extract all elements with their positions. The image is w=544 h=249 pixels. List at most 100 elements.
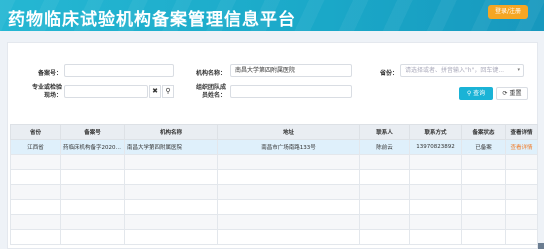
record-no-input[interactable] xyxy=(64,64,174,77)
col-phone: 联系方式 xyxy=(409,124,462,140)
col-status: 备案状态 xyxy=(461,124,506,140)
empty-cell xyxy=(409,184,462,200)
empty-cell xyxy=(10,154,61,170)
empty-cell xyxy=(124,184,218,200)
empty-cell xyxy=(359,169,410,185)
reset-button[interactable]: ⟳ 重置 xyxy=(496,87,528,100)
table-row[interactable]: 江西省 药临床机构备字202000... 南昌大学第四附属医院 南昌市广场南路1… xyxy=(10,139,538,155)
leader-label-line1: 组织团队成 xyxy=(195,84,226,91)
empty-cell xyxy=(409,229,462,245)
results-table: 省份 备案号 机构名称 地址 联系人 联系方式 备案状态 查看详情 江西省 药临… xyxy=(10,124,538,245)
leader-input[interactable] xyxy=(230,85,352,98)
empty-cell xyxy=(10,184,61,200)
province-placeholder: 请选择或者、拼音输入"h"，回车键... xyxy=(405,67,505,74)
cell-address: 南昌市广场南路133号 xyxy=(217,139,360,155)
empty-cell xyxy=(409,169,462,185)
table-row-empty xyxy=(10,199,538,215)
empty-cell xyxy=(60,214,125,230)
empty-cell xyxy=(124,199,218,215)
empty-cell xyxy=(10,199,61,215)
site-title: 药物临床试验机构备案管理信息平台 xyxy=(8,10,296,30)
empty-cell xyxy=(124,154,218,170)
table-row-empty xyxy=(10,184,538,200)
login-register-button[interactable]: 登录/注册 xyxy=(488,5,528,19)
cell-province: 江西省 xyxy=(10,139,61,155)
empty-cell xyxy=(505,229,538,245)
empty-cell xyxy=(124,214,218,230)
empty-cell xyxy=(217,229,360,245)
empty-cell xyxy=(217,199,360,215)
table-row-empty xyxy=(10,214,538,230)
col-details: 查看详情 xyxy=(505,124,538,140)
clear-icon[interactable]: ✖ xyxy=(149,85,161,98)
empty-cell xyxy=(505,169,538,185)
record-no-label: 备案号： xyxy=(37,70,62,77)
empty-cell xyxy=(461,184,506,200)
cell-status: 已备案 xyxy=(461,139,506,155)
chevron-down-icon: ▾ xyxy=(517,67,520,73)
empty-cell xyxy=(359,214,410,230)
table-row-empty xyxy=(10,229,538,245)
province-select[interactable]: 请选择或者、拼音输入"h"，回车键... ▾ xyxy=(400,64,524,77)
scroll-corner xyxy=(538,243,544,249)
col-address: 地址 xyxy=(217,124,360,140)
specialty-input[interactable] xyxy=(64,85,148,98)
empty-cell xyxy=(461,214,506,230)
empty-cell xyxy=(505,184,538,200)
col-contact: 联系人 xyxy=(359,124,410,140)
col-province: 省份 xyxy=(10,124,61,140)
empty-cell xyxy=(359,184,410,200)
specialty-label: 专业或检验 现场： xyxy=(18,84,62,100)
empty-cell xyxy=(60,184,125,200)
empty-cell xyxy=(461,229,506,245)
view-details-link[interactable]: 查看详情 xyxy=(505,139,538,155)
org-name-label: 机构名称： xyxy=(195,70,226,77)
table-header-row: 省份 备案号 机构名称 地址 联系人 联系方式 备案状态 查看详情 xyxy=(10,124,538,140)
table-row-empty xyxy=(10,154,538,170)
province-label: 省份： xyxy=(379,70,398,77)
specialty-label-line2: 现场： xyxy=(43,92,62,99)
empty-cell xyxy=(461,199,506,215)
empty-cell xyxy=(124,229,218,245)
search-button[interactable]: ⚲ 查询 xyxy=(459,87,493,100)
empty-cell xyxy=(217,214,360,230)
empty-cell xyxy=(217,154,360,170)
app-header: 药物临床试验机构备案管理信息平台 登录/注册 xyxy=(0,0,544,31)
empty-cell xyxy=(461,154,506,170)
empty-cell xyxy=(60,154,125,170)
empty-cell xyxy=(409,154,462,170)
empty-cell xyxy=(359,199,410,215)
empty-cell xyxy=(505,214,538,230)
cell-record-no: 药临床机构备字202000... xyxy=(60,139,125,155)
empty-cell xyxy=(60,199,125,215)
empty-cell xyxy=(505,154,538,170)
empty-cell xyxy=(217,184,360,200)
empty-cell xyxy=(409,199,462,215)
org-name-input[interactable]: 南昌大学第四附属医院 xyxy=(230,64,352,77)
empty-cell xyxy=(359,154,410,170)
empty-cell xyxy=(60,169,125,185)
empty-cell xyxy=(124,169,218,185)
leader-label-line2: 员姓名： xyxy=(201,92,226,99)
cell-contact: 陈前云 xyxy=(359,139,410,155)
specialty-label-line1: 专业或检验 xyxy=(31,84,62,91)
search-panel: 备案号： 机构名称： 南昌大学第四附属医院 省份： 请选择或者、拼音输入"h"，… xyxy=(7,42,538,249)
empty-cell xyxy=(461,169,506,185)
empty-cell xyxy=(10,229,61,245)
empty-cell xyxy=(60,229,125,245)
cell-org-name: 南昌大学第四附属医院 xyxy=(124,139,218,155)
search-button-label: 查询 xyxy=(473,90,486,97)
empty-cell xyxy=(10,214,61,230)
leader-label: 组织团队成 员姓名： xyxy=(182,84,226,100)
empty-cell xyxy=(409,214,462,230)
cell-phone: 13970823892 xyxy=(409,139,462,155)
table-row-empty xyxy=(10,169,538,185)
empty-cell xyxy=(217,169,360,185)
reset-button-label: 重置 xyxy=(509,90,522,97)
search-icon[interactable]: ⚲ xyxy=(162,85,174,98)
empty-cell xyxy=(359,229,410,245)
empty-cell xyxy=(505,199,538,215)
empty-cell xyxy=(10,169,61,185)
col-org-name: 机构名称 xyxy=(124,124,218,140)
col-record-no: 备案号 xyxy=(60,124,125,140)
